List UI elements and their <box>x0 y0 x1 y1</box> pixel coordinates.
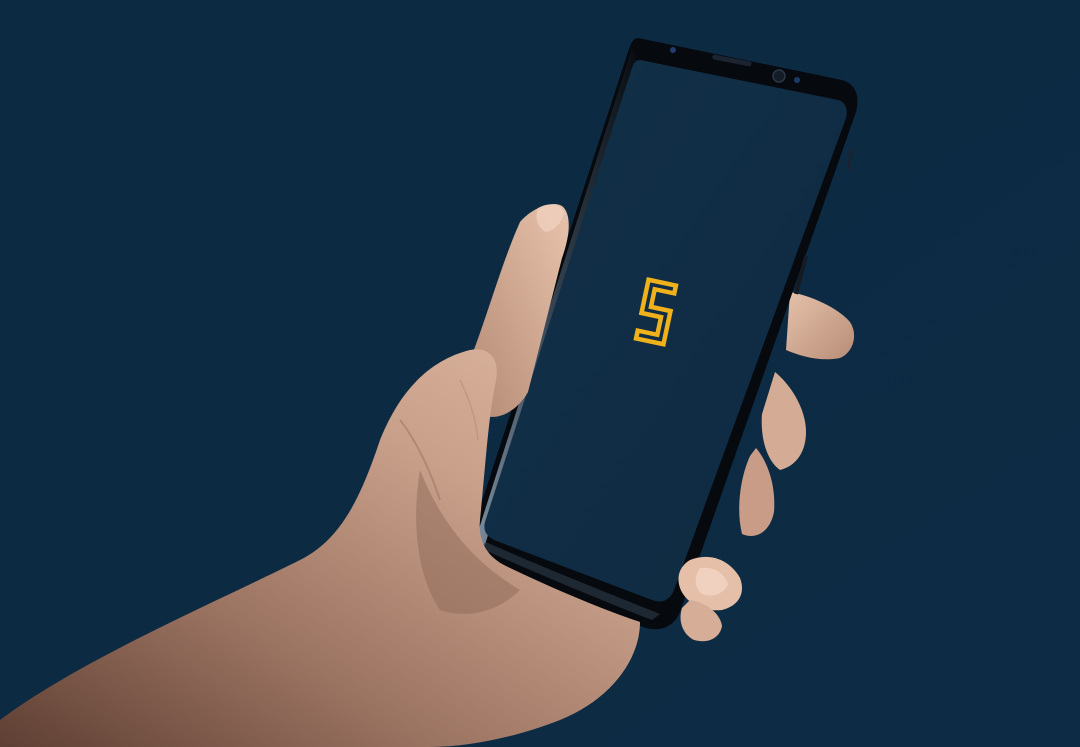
iris-sensor-icon <box>670 47 676 53</box>
proximity-sensor-icon <box>794 77 800 83</box>
scene-illustration <box>0 0 1080 747</box>
front-camera-icon <box>772 69 786 83</box>
photo-scene <box>0 0 1080 747</box>
